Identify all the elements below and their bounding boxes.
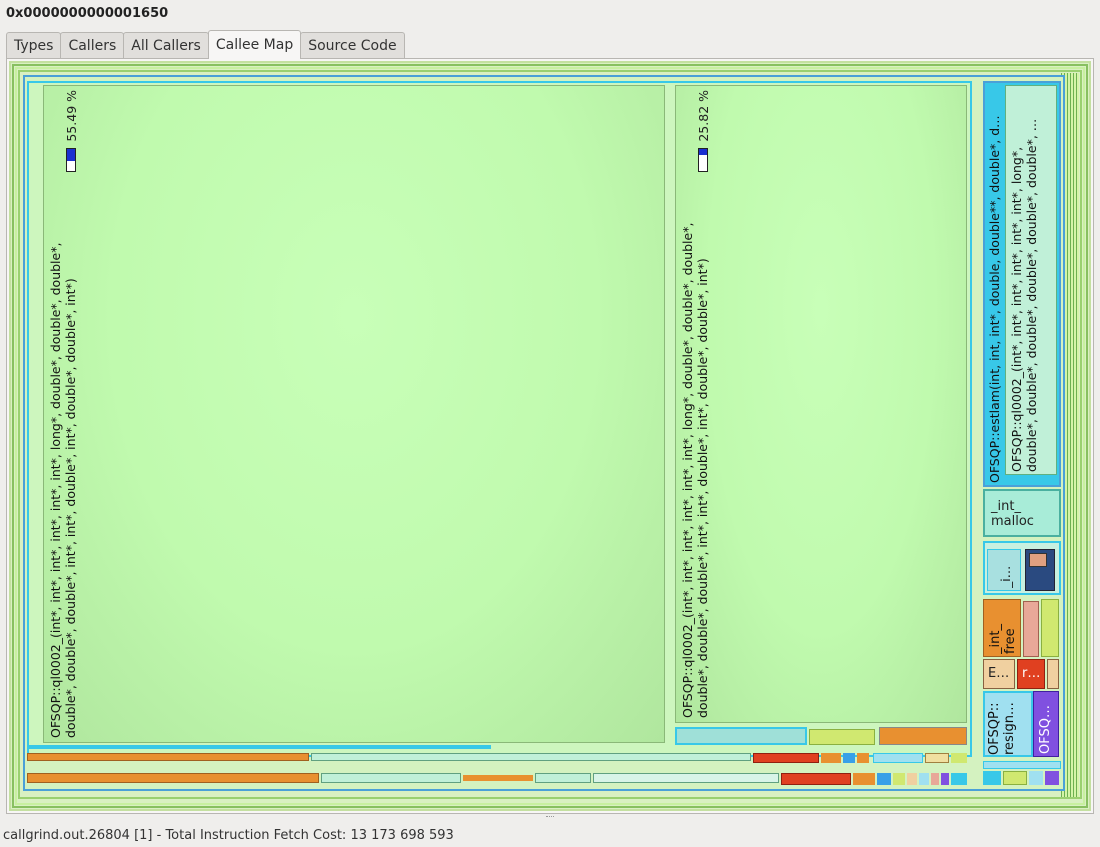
right-bottom-block-2[interactable] bbox=[1003, 771, 1027, 785]
bottom-orange-strip-2[interactable] bbox=[27, 773, 319, 783]
small-i-block[interactable]: _i… bbox=[987, 549, 1021, 591]
callee-treemap[interactable]: OFSQP::ql0002_(int*, int*, int*, int*, i… bbox=[9, 61, 1091, 811]
malloc-label-line1: _int_ bbox=[991, 499, 1021, 514]
ql0002-main-percent-text: 55.49 % bbox=[64, 90, 79, 142]
tab-bar: Types Callers All Callers Callee Map Sou… bbox=[6, 30, 405, 59]
callee-map-pane: OFSQP::ql0002_(int*, int*, int*, int*, i… bbox=[6, 58, 1094, 814]
bottom-cyan-block-3[interactable] bbox=[951, 773, 967, 785]
bottom-orange-strip-3[interactable] bbox=[463, 775, 533, 781]
bottom-lime-block-2[interactable] bbox=[893, 773, 905, 785]
small-tan-block[interactable] bbox=[1047, 659, 1059, 689]
resign-label: OFSQP:: resign… bbox=[987, 697, 1017, 755]
ql0002-main-block[interactable]: OFSQP::ql0002_(int*, int*, int*, int*, i… bbox=[43, 85, 665, 743]
ql0002-small-label-line1: OFSQP::ql0002_(int*, int*, int*, int*, i… bbox=[1009, 146, 1024, 472]
e-block[interactable]: E… bbox=[983, 659, 1015, 689]
strip-cyan-1 bbox=[29, 745, 491, 749]
tab-source-code[interactable]: Source Code bbox=[300, 32, 405, 59]
ql0002-main-label-line1: OFSQP::ql0002_(int*, int*, int*, int*, i… bbox=[48, 242, 63, 738]
free-block[interactable]: _int_ free bbox=[983, 599, 1021, 657]
small-i-label: _i… bbox=[998, 565, 1013, 588]
window-title: 0x0000000000001650 bbox=[6, 6, 169, 21]
tab-callee-map[interactable]: Callee Map bbox=[207, 30, 302, 59]
ql0002-small-label: OFSQP::ql0002_(int*, int*, int*, int*, i… bbox=[1009, 90, 1039, 472]
small-block-orange[interactable] bbox=[879, 727, 967, 745]
small-block-yellow[interactable] bbox=[809, 729, 875, 745]
right-bottom-block-4[interactable] bbox=[1045, 771, 1059, 785]
ql0002-main-label-line2: double*, double*, double*, int*, int*, d… bbox=[63, 278, 78, 738]
bottom-tan-block-1[interactable] bbox=[925, 753, 949, 763]
ql0002-small-label-line2: double*, double*, double*, double*, doub… bbox=[1024, 118, 1039, 472]
bottom-cyan-block-2[interactable] bbox=[919, 773, 929, 785]
malloc-block[interactable]: _int_ malloc bbox=[983, 489, 1061, 537]
right-bottom-block-3[interactable] bbox=[1029, 771, 1043, 785]
ql0002-second-percent-bar bbox=[698, 148, 708, 172]
ofsq-label: OFSQ… bbox=[1038, 705, 1053, 754]
r-label: r… bbox=[1022, 666, 1041, 681]
bottom-pink-block[interactable] bbox=[931, 773, 939, 785]
ofsq-block[interactable]: OFSQ… bbox=[1033, 691, 1059, 757]
resign-label-line2: resign… bbox=[1002, 702, 1017, 755]
ql0002-main-percent: 55.49 % bbox=[64, 90, 79, 142]
tab-all-callers[interactable]: All Callers bbox=[123, 32, 209, 59]
r-block[interactable]: r… bbox=[1017, 659, 1045, 689]
ql0002-main-percent-fill bbox=[67, 149, 75, 162]
right-bottom-block-1[interactable] bbox=[983, 771, 1001, 785]
bottom-teal-strip-3[interactable] bbox=[535, 773, 591, 783]
bottom-orange-block-3[interactable] bbox=[853, 773, 875, 785]
bottom-purple-block[interactable] bbox=[941, 773, 949, 785]
bottom-red-block-2[interactable] bbox=[781, 773, 851, 785]
bottom-orange-block-2[interactable] bbox=[857, 753, 869, 763]
bottom-mint-strip[interactable] bbox=[593, 773, 779, 783]
small-pink-block[interactable] bbox=[1023, 601, 1039, 657]
ql0002-small-block[interactable]: OFSQP::ql0002_(int*, int*, int*, int*, i… bbox=[1005, 85, 1057, 475]
estlam-label: OFSQP::estlam(int, int, int*, double, do… bbox=[987, 115, 1002, 483]
free-label: _int_ free bbox=[988, 604, 1018, 654]
e-label: E… bbox=[988, 666, 1010, 681]
status-bar: callgrind.out.26804 [1] - Total Instruct… bbox=[3, 828, 454, 843]
ql0002-second-block[interactable]: OFSQP::ql0002_(int*, int*, int*, int*, i… bbox=[675, 85, 967, 723]
bottom-cyan-block-1[interactable] bbox=[873, 753, 923, 763]
small-peach-block[interactable] bbox=[1029, 553, 1047, 567]
ql0002-second-percent-fill bbox=[699, 149, 707, 155]
ql0002-second-label: OFSQP::ql0002_(int*, int*, int*, int*, i… bbox=[680, 90, 710, 718]
bottom-tan-block-2[interactable] bbox=[907, 773, 917, 785]
small-block-teal[interactable] bbox=[675, 727, 807, 745]
right-bottom-strip-1[interactable] bbox=[983, 761, 1061, 769]
bottom-orange-strip-1[interactable] bbox=[27, 753, 309, 761]
resign-block[interactable]: OFSQP:: resign… bbox=[983, 691, 1033, 757]
bottom-teal-strip-1[interactable] bbox=[311, 753, 751, 761]
bottom-blue-block-2[interactable] bbox=[877, 773, 891, 785]
bottom-orange-block-1[interactable] bbox=[821, 753, 841, 763]
free-label-line1: _int_ bbox=[988, 624, 1003, 654]
malloc-label-line2: malloc bbox=[991, 514, 1034, 529]
bottom-red-block-1[interactable] bbox=[753, 753, 819, 763]
ql0002-second-percent: 25.82 % bbox=[696, 90, 711, 142]
small-lime-block[interactable] bbox=[1041, 599, 1059, 657]
malloc-label: _int_ malloc bbox=[991, 499, 1034, 529]
splitter-grip[interactable] bbox=[546, 816, 554, 820]
ql0002-main-label: OFSQP::ql0002_(int*, int*, int*, int*, i… bbox=[48, 90, 78, 738]
free-label-line2: free bbox=[1003, 628, 1018, 654]
ql0002-second-percent-text: 25.82 % bbox=[696, 90, 711, 142]
bottom-blue-block-1[interactable] bbox=[843, 753, 855, 763]
ql0002-second-label-line1: OFSQP::ql0002_(int*, int*, int*, int*, i… bbox=[680, 222, 695, 718]
resign-label-line1: OFSQP:: bbox=[987, 702, 1002, 755]
tab-types[interactable]: Types bbox=[6, 32, 62, 59]
bottom-lime-block-1[interactable] bbox=[951, 753, 967, 763]
ql0002-main-percent-bar bbox=[66, 148, 76, 172]
tab-callers[interactable]: Callers bbox=[60, 32, 125, 59]
bottom-teal-strip-2[interactable] bbox=[321, 773, 461, 783]
ql0002-second-label-line2: double*, double*, double*, int*, int*, d… bbox=[695, 258, 710, 718]
